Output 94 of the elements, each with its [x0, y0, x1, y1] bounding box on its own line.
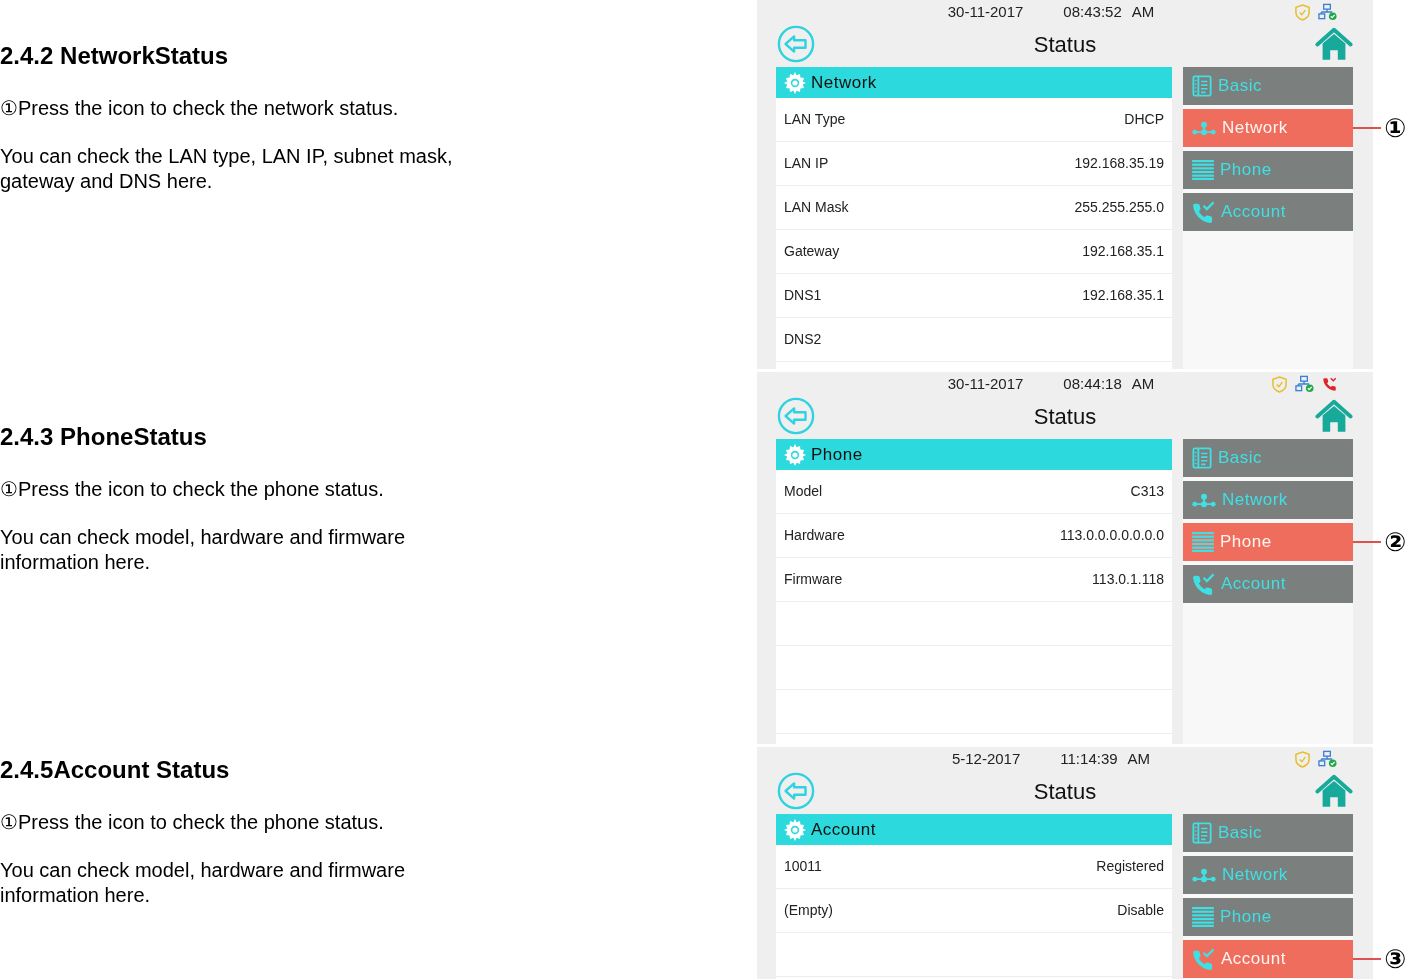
row-value: Disable — [1117, 901, 1164, 920]
section-heading: 2.4.3 PhoneStatus — [0, 423, 207, 451]
menu-button[interactable]: Network — [1183, 481, 1353, 519]
document-icon — [1192, 75, 1212, 97]
gear-icon — [783, 70, 807, 95]
section-heading: 2.4.5Account Status — [0, 756, 230, 784]
menu-button[interactable]: Account — [1183, 193, 1353, 231]
instruction-text: ①Press the icon to check the network status. — [0, 96, 399, 120]
lines-icon — [1192, 532, 1214, 552]
row-label: Hardware — [784, 526, 845, 545]
row-label: LAN Type — [784, 110, 846, 129]
row-value: 113.0.0.0.0.0.0.0 — [1059, 526, 1164, 545]
leader-line — [1353, 127, 1381, 129]
meridiem-text: AM — [1131, 373, 1155, 394]
home-button[interactable] — [1315, 773, 1353, 809]
network-status-icon — [1318, 750, 1337, 768]
network-status-icon — [1318, 3, 1337, 21]
phone-icon — [1322, 376, 1337, 392]
menu-button[interactable]: Account — [1183, 940, 1353, 978]
phone-check-icon — [1192, 948, 1215, 970]
row-label: LAN Mask — [784, 198, 849, 217]
time-text: 08:44:18 — [1063, 373, 1122, 394]
gear-icon — [783, 442, 807, 467]
menu-button[interactable]: Basic — [1183, 439, 1353, 477]
panel-title: Network — [811, 71, 877, 94]
menu-button[interactable]: Phone — [1183, 898, 1353, 936]
back-button[interactable] — [777, 25, 815, 63]
section-heading: 2.4.2 NetworkStatus — [0, 42, 229, 70]
nodes-icon — [1192, 492, 1216, 508]
leader-line — [1353, 958, 1381, 960]
home-button[interactable] — [1315, 398, 1353, 434]
meridiem-text: AM — [1127, 748, 1151, 769]
date-text: 5-12-2017 — [951, 748, 1021, 769]
phone-check-icon — [1192, 201, 1215, 223]
date-text: 30-11-2017 — [947, 373, 1024, 394]
row-value: 192.168.35.1 — [1082, 286, 1164, 305]
home-icon — [1315, 26, 1353, 62]
callout-number: ① — [1384, 113, 1406, 143]
callout-number: ② — [1384, 527, 1406, 557]
screen-title: Status — [1033, 777, 1097, 806]
date-text: 30-11-2017 — [947, 1, 1024, 22]
description-text: You can check model, hardware and firmware information here. — [0, 858, 407, 908]
row-value: 255.255.255.0 — [1074, 198, 1164, 217]
row-label: LAN IP — [784, 154, 829, 173]
row-label: 10011 — [784, 857, 822, 876]
screen-title: Status — [1033, 30, 1097, 59]
row-value: 192.168.35.19 — [1074, 154, 1164, 173]
home-button[interactable] — [1315, 26, 1353, 62]
row-label: DNS2 — [784, 330, 822, 349]
menu-button[interactable]: Basic — [1183, 814, 1353, 852]
time-text: 08:43:52 — [1063, 1, 1122, 22]
home-icon — [1315, 773, 1353, 809]
nodes-icon — [1192, 120, 1216, 136]
menu-button[interactable]: Network — [1183, 109, 1353, 147]
row-label: Gateway — [784, 242, 840, 261]
home-icon — [1315, 398, 1353, 434]
document-icon — [1192, 447, 1212, 469]
row-value: 192.168.35.1 — [1082, 242, 1164, 261]
document-icon — [1192, 822, 1212, 844]
panel-title: Account — [811, 818, 876, 841]
menu-button[interactable]: Network — [1183, 856, 1353, 894]
row-label: Firmware — [784, 570, 843, 589]
gear-icon — [783, 817, 807, 842]
shield-icon — [1295, 3, 1310, 21]
back-button[interactable] — [777, 772, 815, 810]
instruction-text: ①Press the icon to check the phone status. — [0, 810, 384, 834]
menu-button[interactable]: Phone — [1183, 523, 1353, 561]
screen-title: Status — [1033, 402, 1097, 431]
row-label: DNS1 — [784, 286, 822, 305]
instruction-text: ①Press the icon to check the phone status. — [0, 477, 384, 501]
lines-icon — [1192, 160, 1214, 180]
meridiem-text: AM — [1131, 1, 1155, 22]
phone-check-icon — [1192, 573, 1215, 595]
menu-button[interactable]: Basic — [1183, 67, 1353, 105]
panel-title: Phone — [811, 443, 863, 466]
menu-button[interactable]: Phone — [1183, 151, 1353, 189]
lines-icon — [1192, 907, 1214, 927]
network-status-icon — [1295, 375, 1314, 393]
shield-icon — [1295, 750, 1310, 768]
time-text: 11:14:39 — [1060, 748, 1118, 769]
shield-icon — [1272, 375, 1287, 393]
leader-line — [1353, 541, 1381, 543]
nodes-icon — [1192, 867, 1216, 883]
row-value: C313 — [1130, 482, 1164, 501]
description-text: You can check model, hardware and firmware information here. — [0, 525, 407, 575]
callout-number: ③ — [1384, 944, 1406, 974]
row-value: DHCP — [1124, 110, 1164, 129]
row-label: (Empty) — [784, 901, 833, 920]
row-label: Model — [784, 482, 823, 501]
row-value: Registered — [1096, 857, 1164, 876]
row-value: 113.0.1.118 — [1092, 570, 1164, 589]
back-button[interactable] — [777, 397, 815, 435]
menu-button[interactable]: Account — [1183, 565, 1353, 603]
description-text: You can check the LAN type, LAN IP, subnet mask, gateway and DNS here. — [0, 144, 454, 194]
